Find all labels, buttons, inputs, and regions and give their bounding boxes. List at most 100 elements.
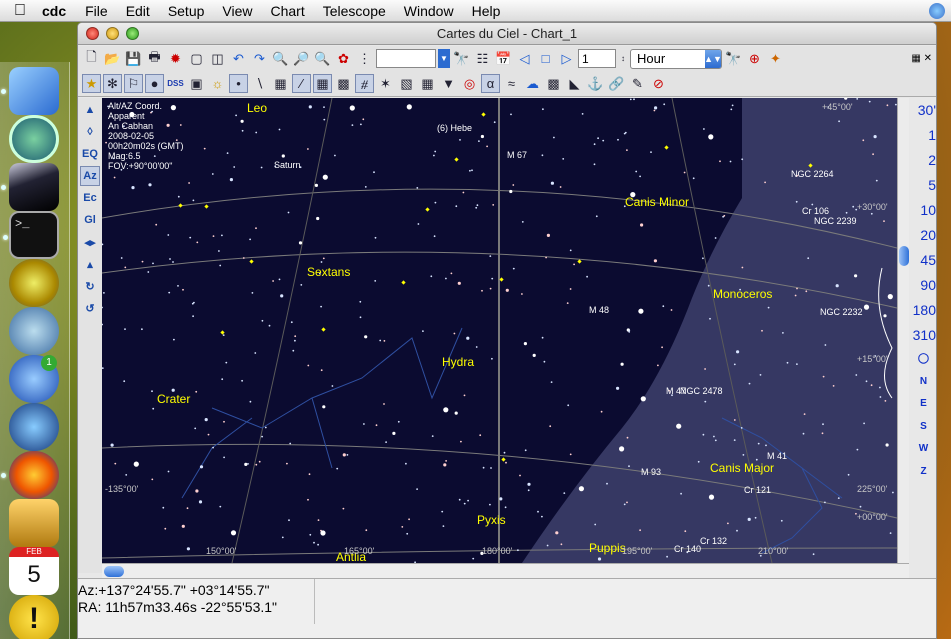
fov-30min[interactable]: 30' bbox=[909, 98, 936, 123]
object-label[interactable]: Saturn bbox=[274, 160, 301, 170]
constellation-label[interactable]: Hydra bbox=[442, 355, 474, 369]
fov-45[interactable]: 45 bbox=[909, 248, 936, 273]
direction-east[interactable]: E bbox=[909, 393, 936, 416]
object-label[interactable]: M 41 bbox=[767, 451, 787, 461]
show-pictures-icon[interactable]: ⚐ bbox=[124, 74, 143, 93]
menu-setup[interactable]: Setup bbox=[159, 3, 214, 19]
az-grid-label[interactable]: 225°00' bbox=[857, 484, 887, 494]
color-icon[interactable]: ✿ bbox=[334, 49, 353, 68]
time-step-input[interactable] bbox=[578, 49, 616, 68]
target-icon[interactable]: ⊕ bbox=[745, 49, 764, 68]
object-label[interactable]: Cr 140 bbox=[674, 544, 701, 554]
ecliptic-icon[interactable]: ▧ bbox=[397, 74, 416, 93]
horizon-view-icon[interactable]: ◊ bbox=[80, 122, 100, 142]
ec-coord-button[interactable]: Ec bbox=[80, 188, 100, 208]
open-icon[interactable]: 📂 bbox=[103, 49, 122, 68]
show-lines-icon[interactable]: ● bbox=[145, 74, 164, 93]
tile-windows-icon[interactable]: ◫ bbox=[208, 49, 227, 68]
galactic-icon[interactable]: ✶ bbox=[376, 74, 395, 93]
find-icon[interactable]: 🔭 bbox=[452, 49, 471, 68]
object-label[interactable]: (6) Hebe bbox=[437, 123, 472, 133]
title-bar[interactable]: Cartes du Ciel - Chart_1 bbox=[78, 23, 936, 45]
fov-90[interactable]: 90 bbox=[909, 273, 936, 298]
fov-310[interactable]: 310 bbox=[909, 323, 936, 348]
alt-grid-label[interactable]: +30°00' bbox=[857, 202, 888, 212]
object-label[interactable]: NGC 2478 bbox=[680, 386, 723, 396]
fov-5[interactable]: 5 bbox=[909, 173, 936, 198]
cloud-icon[interactable]: ☁ bbox=[523, 74, 542, 93]
firefox-icon[interactable] bbox=[1, 451, 59, 499]
object-label[interactable]: M 67 bbox=[507, 150, 527, 160]
time-back-icon[interactable]: ◁ bbox=[515, 49, 534, 68]
constellation-label[interactable]: Canis Minor bbox=[625, 195, 689, 209]
horizontal-scrollbar[interactable] bbox=[102, 563, 913, 578]
milkyway-icon[interactable]: ▦ bbox=[418, 74, 437, 93]
fov-2[interactable]: 2 bbox=[909, 148, 936, 173]
eyepiece-icon[interactable]: ≈ bbox=[502, 74, 521, 93]
zenith-view-icon[interactable]: ▲ bbox=[80, 100, 100, 120]
terminal-icon[interactable]: >_ bbox=[3, 211, 59, 259]
alt-grid-label[interactable]: +15°00' bbox=[857, 354, 888, 364]
telescope-icon[interactable]: 🔭 bbox=[724, 49, 743, 68]
satellite-icon[interactable] bbox=[9, 403, 59, 451]
zoom-in-icon[interactable]: 🔍 bbox=[271, 49, 290, 68]
time-forward-icon[interactable]: ▷ bbox=[557, 49, 576, 68]
rotate-right-icon[interactable]: ↻ bbox=[80, 276, 100, 296]
comets-icon[interactable]: ∖ bbox=[250, 74, 269, 93]
direction-west[interactable]: W bbox=[909, 438, 936, 461]
flip-horizontal-icon[interactable]: ◂▸ bbox=[80, 232, 100, 252]
direction-north[interactable]: N bbox=[909, 371, 936, 394]
vertical-scrollbar[interactable] bbox=[897, 98, 909, 563]
date-icon[interactable]: 📅 bbox=[494, 49, 513, 68]
new-chart-icon[interactable]: 🗋 bbox=[82, 49, 101, 68]
bullseye-icon[interactable]: ◎ bbox=[460, 74, 479, 93]
fov-20[interactable]: 20 bbox=[909, 223, 936, 248]
constellation-figure-icon[interactable]: ⧣ bbox=[355, 74, 374, 93]
menu-window[interactable]: Window bbox=[395, 3, 463, 19]
toolbar-resize-icon[interactable]: ▦ ✕ bbox=[911, 53, 936, 64]
menu-edit[interactable]: Edit bbox=[117, 3, 159, 19]
az-grid-label[interactable]: 195°00' bbox=[622, 546, 652, 556]
dss-image-icon[interactable]: ▣ bbox=[187, 74, 206, 93]
menu-chart[interactable]: Chart bbox=[262, 3, 314, 19]
undo-icon[interactable]: ↶ bbox=[229, 49, 248, 68]
direction-zenith[interactable]: Z bbox=[909, 461, 936, 484]
object-label[interactable]: Cr 106 bbox=[802, 206, 829, 216]
object-label[interactable]: NGC 2264 bbox=[791, 169, 834, 179]
show-stars-icon[interactable]: ★ bbox=[82, 74, 101, 93]
alt-grid-label[interactable]: +45°00' bbox=[822, 102, 853, 112]
truck-icon[interactable] bbox=[9, 499, 59, 547]
az-grid-label[interactable]: 150°00' bbox=[206, 546, 236, 556]
constellation-label[interactable]: Monoceros bbox=[713, 287, 772, 301]
az-coord-button[interactable]: Az bbox=[80, 166, 100, 186]
zoom-button[interactable] bbox=[126, 27, 139, 40]
az-grid-label[interactable]: 165°00' bbox=[344, 546, 374, 556]
vertical-scroll-thumb[interactable] bbox=[899, 246, 909, 266]
menu-telescope[interactable]: Telescope bbox=[314, 3, 395, 19]
calendar-icon[interactable]: FEB 5 bbox=[9, 547, 59, 595]
constellation-label[interactable]: Sextans bbox=[307, 265, 350, 279]
fov-180[interactable]: 180 bbox=[909, 298, 936, 323]
constellation-lines-icon[interactable]: ∕ bbox=[292, 74, 311, 93]
contrast-icon[interactable]: ◣ bbox=[565, 74, 584, 93]
edit-icon[interactable]: ✎ bbox=[628, 74, 647, 93]
menu-help[interactable]: Help bbox=[463, 3, 510, 19]
alpha-icon[interactable]: α bbox=[481, 74, 500, 93]
link-icon[interactable]: 🔗 bbox=[607, 74, 626, 93]
grid-eq-icon[interactable]: ▦ bbox=[271, 74, 290, 93]
alert-icon[interactable]: ! bbox=[9, 595, 59, 639]
menu-file[interactable]: File bbox=[76, 3, 117, 19]
az-grid-label[interactable]: 210°00' bbox=[758, 546, 788, 556]
asteroids-icon[interactable]: • bbox=[229, 74, 248, 93]
object-label[interactable]: NGC 2232 bbox=[820, 307, 863, 317]
finder-icon[interactable] bbox=[1, 67, 59, 115]
menu-view[interactable]: View bbox=[213, 3, 261, 19]
config-icon[interactable]: ✹ bbox=[166, 49, 185, 68]
calendar-tool-icon[interactable]: ☷ bbox=[473, 49, 492, 68]
redo-icon[interactable]: ↷ bbox=[250, 49, 269, 68]
minimize-button[interactable] bbox=[106, 27, 119, 40]
eq-coord-button[interactable]: EQ bbox=[80, 144, 100, 164]
direction-south[interactable]: S bbox=[909, 416, 936, 439]
robot-icon[interactable] bbox=[9, 259, 59, 307]
horizontal-scroll-thumb[interactable] bbox=[104, 566, 124, 577]
